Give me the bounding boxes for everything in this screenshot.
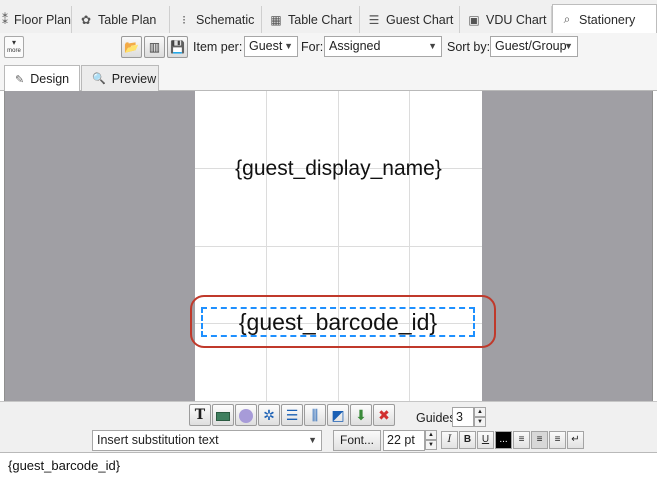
chevron-down-icon: ▼ <box>308 435 317 445</box>
preview-icon: 🔍 <box>92 73 106 85</box>
for-dropdown[interactable]: Assigned ▼ <box>324 36 442 57</box>
tab-vdu-chart[interactable]: ▣ VDU Chart <box>460 6 552 33</box>
more-label: more <box>7 48 21 54</box>
main-tab-strip: ⁑ Floor Plan ✿ Table Plan ⁝ Schematic ▦ … <box>0 0 657 34</box>
text-color-button[interactable]: ... <box>495 431 512 449</box>
bold-button[interactable]: B <box>459 431 476 449</box>
tab-label: Table Plan <box>98 12 157 27</box>
tab-table-chart[interactable]: ▦ Table Chart <box>262 6 360 33</box>
chevron-down-icon: ▾ <box>11 38 16 47</box>
layer-down-icon[interactable]: ⬇ <box>350 404 372 426</box>
tab-design-label: Design <box>30 72 70 86</box>
chevron-down-icon: ▼ <box>428 41 437 51</box>
pencil-icon: ✎ <box>15 73 25 86</box>
tab-table-plan[interactable]: ✿ Table Plan <box>72 6 170 33</box>
stationery-toolbar: ▾ more 📂 ▥ 💾 Item per: Guest ▼ For: Assi… <box>0 33 657 61</box>
tab-guest-chart[interactable]: ☰ Guest Chart <box>360 6 460 33</box>
vdu-chart-icon: ▣ <box>468 12 480 27</box>
item-per-label: Item per: <box>193 40 243 54</box>
tab-label: Floor Plan <box>14 12 71 27</box>
columns-layout-icon[interactable]: ▥ <box>144 36 165 58</box>
field-text-editor[interactable]: {guest_barcode_id} <box>0 452 657 493</box>
table-chart-icon: ▦ <box>270 12 282 27</box>
tab-preview[interactable]: 🔍 Preview <box>81 65 159 91</box>
substitution-text-dropdown[interactable]: Insert substitution text ▼ <box>92 430 322 451</box>
select-group-icon[interactable]: ✲ <box>258 404 280 426</box>
selection-highlight-ring <box>190 295 496 348</box>
sort-by-label: Sort by: <box>447 40 491 54</box>
item-per-value: Guest <box>249 39 283 53</box>
for-value: Assigned <box>329 39 381 53</box>
save-icon[interactable]: 💾 <box>167 36 188 58</box>
guides-decrement-button[interactable]: ▼ <box>474 417 486 427</box>
align-right-icon[interactable]: ≡ <box>549 431 566 449</box>
tab-stationery[interactable]: ⌕ Stationery <box>552 4 657 34</box>
substitution-placeholder: Insert substitution text <box>97 433 219 447</box>
italic-button[interactable]: I <box>441 431 458 449</box>
fill-icon[interactable]: ◩ <box>327 404 349 426</box>
guides-increment-button[interactable]: ▲ <box>474 407 486 417</box>
design-canvas[interactable]: {guest_display_name} {guest_barcode_id} <box>4 91 653 401</box>
tab-label: Schematic <box>196 12 255 27</box>
ellipse-tool-icon[interactable] <box>235 404 257 426</box>
chevron-down-icon: ▼ <box>564 41 573 51</box>
tab-label: Table Chart <box>288 12 352 27</box>
stationery-icon: ⌕ <box>563 12 571 26</box>
rectangle-tool-icon[interactable] <box>212 404 234 426</box>
format-toolbar: T ✲ ☰ ⫼ ◩ ⬇ ✖ Guides: 3 ▲ ▼ Insert subst… <box>0 401 657 452</box>
tab-label: Guest Chart <box>386 12 454 27</box>
tab-design[interactable]: ✎ Design <box>4 65 80 92</box>
guides-input[interactable]: 3 <box>452 407 474 427</box>
guest-display-name-field[interactable]: {guest_display_name} <box>195 155 482 183</box>
tab-label: VDU Chart <box>486 12 547 27</box>
schematic-icon: ⁝ <box>182 12 186 27</box>
font-size-increment-button[interactable]: ▲ <box>425 430 437 440</box>
open-template-icon[interactable]: 📂 <box>121 36 142 58</box>
sort-by-dropdown[interactable]: Guest/Group ▼ <box>490 36 578 57</box>
sort-by-value: Guest/Group <box>495 39 567 53</box>
item-per-dropdown[interactable]: Guest ▼ <box>244 36 298 57</box>
guest-chart-icon: ☰ <box>368 12 380 27</box>
distribute-horizontal-icon[interactable]: ⫼ <box>304 404 326 426</box>
align-center-icon[interactable]: ≡ <box>531 431 548 449</box>
for-label: For: <box>301 40 324 54</box>
stationery-card[interactable]: {guest_display_name} {guest_barcode_id} <box>195 91 482 401</box>
more-button[interactable]: ▾ more <box>4 36 24 58</box>
align-left-icon[interactable]: ≡ <box>513 431 530 449</box>
tab-schematic[interactable]: ⁝ Schematic <box>170 6 262 33</box>
tab-floor-plan[interactable]: ⁑ Floor Plan <box>0 6 72 33</box>
guide-line <box>195 246 482 247</box>
field-text-value: {guest_barcode_id} <box>8 458 121 473</box>
underline-button[interactable]: U <box>477 431 494 449</box>
line-break-icon[interactable]: ↵ <box>567 431 584 449</box>
font-size-decrement-button[interactable]: ▼ <box>425 440 437 450</box>
chevron-down-icon: ▼ <box>284 41 293 51</box>
floor-plan-icon: ⁑ <box>2 12 8 27</box>
font-size-input[interactable]: 22 pt <box>383 430 425 451</box>
table-plan-icon: ✿ <box>80 12 92 27</box>
view-tab-strip: ✎ Design 🔍 Preview <box>0 61 657 92</box>
align-vertical-icon[interactable]: ☰ <box>281 404 303 426</box>
tab-preview-label: Preview <box>111 71 157 86</box>
text-tool-icon[interactable]: T <box>189 404 211 426</box>
delete-icon[interactable]: ✖ <box>373 404 395 426</box>
tab-label: Stationery <box>579 12 636 27</box>
font-button[interactable]: Font... <box>333 430 381 451</box>
